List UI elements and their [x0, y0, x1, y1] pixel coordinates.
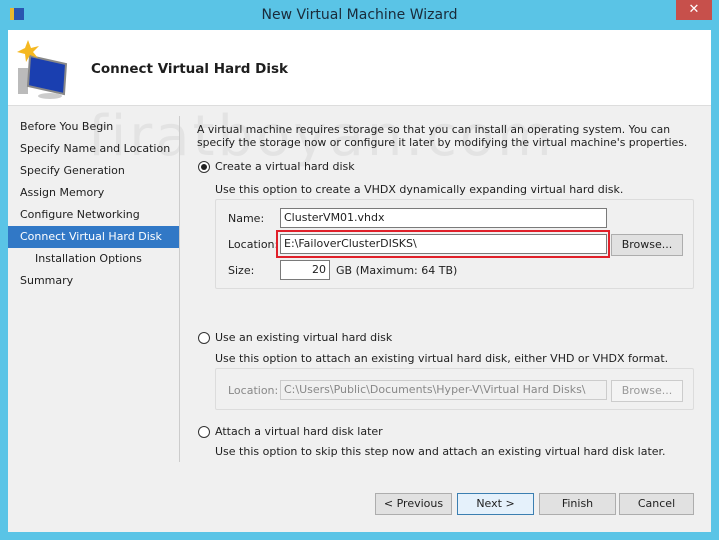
virtual-machine-monitor-icon	[17, 40, 68, 99]
create-vhd-desc: Use this option to create a VHDX dynamic…	[215, 183, 624, 196]
existing-location-label: Location:	[228, 384, 279, 397]
attach-later-label[interactable]: Attach a virtual hard disk later	[215, 425, 383, 438]
attach-later-radio[interactable]	[198, 426, 210, 438]
divider	[179, 116, 180, 462]
step-specify-name-location[interactable]: Specify Name and Location	[8, 138, 179, 160]
step-specify-generation[interactable]: Specify Generation	[8, 160, 179, 182]
existing-browse-button[interactable]: Browse...	[611, 380, 683, 402]
size-unit: GB (Maximum: 64 TB)	[336, 264, 458, 277]
create-vhd-group: Name: ClusterVM01.vhdx Location: E:\Fail…	[215, 199, 694, 289]
existing-vhd-desc: Use this option to attach an existing vi…	[215, 352, 669, 365]
wizard-body: Connect Virtual Hard Disk firatboyan.com…	[8, 30, 711, 532]
window-title: New Virtual Machine Wizard	[261, 7, 458, 23]
step-connect-vhd[interactable]: Connect Virtual Hard Disk	[8, 226, 179, 248]
existing-vhd-radio[interactable]	[198, 332, 210, 344]
size-input[interactable]: 20	[280, 260, 330, 280]
step-before-you-begin[interactable]: Before You Begin	[8, 116, 179, 138]
location-label: Location:	[228, 238, 279, 251]
name-label: Name:	[228, 212, 265, 225]
cancel-button[interactable]: Cancel	[619, 493, 694, 515]
create-vhd-label[interactable]: Create a virtual hard disk	[215, 160, 355, 173]
existing-vhd-group: Location: C:\Users\Public\Documents\Hype…	[215, 368, 694, 410]
next-button[interactable]: Next >	[457, 493, 534, 515]
size-label: Size:	[228, 264, 255, 277]
existing-vhd-label[interactable]: Use an existing virtual hard disk	[215, 331, 392, 344]
location-highlight	[276, 230, 610, 258]
page-title: Connect Virtual Hard Disk	[91, 61, 288, 77]
step-configure-networking[interactable]: Configure Networking	[8, 204, 179, 226]
previous-button[interactable]: < Previous	[375, 493, 452, 515]
name-input[interactable]: ClusterVM01.vhdx	[280, 208, 607, 228]
step-summary[interactable]: Summary	[8, 270, 179, 292]
step-installation-options[interactable]: Installation Options	[8, 248, 179, 270]
finish-button[interactable]: Finish	[539, 493, 616, 515]
browse-button[interactable]: Browse...	[611, 234, 683, 256]
wizard-steps: Before You Begin Specify Name and Locati…	[8, 116, 179, 292]
attach-later-desc: Use this option to skip this step now an…	[215, 445, 666, 458]
step-assign-memory[interactable]: Assign Memory	[8, 182, 179, 204]
close-button[interactable]: ✕	[676, 0, 712, 20]
intro-text: A virtual machine requires storage so th…	[197, 123, 688, 149]
title-bar: New Virtual Machine Wizard ✕	[0, 0, 719, 30]
existing-location-input[interactable]: C:\Users\Public\Documents\Hyper-V\Virtua…	[280, 380, 607, 400]
create-vhd-radio[interactable]	[198, 161, 210, 173]
wizard-header: Connect Virtual Hard Disk	[8, 30, 711, 106]
